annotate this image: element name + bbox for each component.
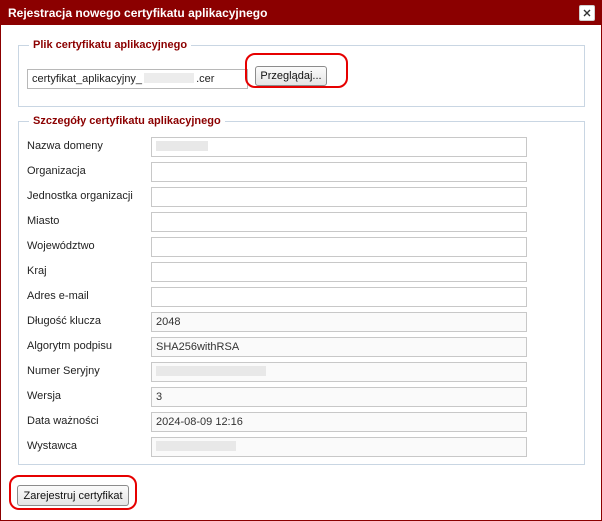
detail-value: 3 [156, 391, 163, 403]
detail-row: Długość klucza 2048 [27, 312, 575, 332]
detail-row: Nazwa domeny [27, 137, 575, 157]
detail-row: Algorytm podpisu SHA256withRSA [27, 337, 575, 357]
detail-value: 2024-08-09 12:16 [156, 416, 243, 428]
dialog-titlebar: Rejestracja nowego certyfikatu aplikacyj… [1, 1, 601, 25]
close-icon [583, 9, 591, 17]
certificate-file-field[interactable]: certyfikat_aplikacyjny_ .cer [27, 69, 248, 89]
detail-field: SHA256withRSA [151, 337, 527, 357]
detail-label: Numer Seryjny [27, 365, 100, 377]
certificate-file-legend: Plik certyfikatu aplikacyjnego [33, 39, 188, 51]
detail-label: Województwo [27, 240, 95, 252]
detail-row: Jednostka organizacji [27, 187, 575, 207]
detail-row: Wystawca [27, 437, 575, 457]
detail-label: Organizacja [27, 165, 86, 177]
detail-field: 2024-08-09 12:16 [151, 412, 527, 432]
file-name-redacted [144, 73, 195, 83]
detail-row: Miasto [27, 212, 575, 232]
detail-label: Kraj [27, 265, 47, 277]
detail-field[interactable] [151, 262, 527, 282]
detail-label: Wersja [27, 390, 62, 402]
file-name-suffix: .cer [196, 73, 215, 85]
redacted-value [156, 366, 266, 376]
certificate-details-section: Szczegóły certyfikatu aplikacyjnego Nazw… [18, 115, 585, 465]
redacted-value [156, 141, 208, 151]
detail-field [151, 437, 527, 457]
detail-value: SHA256withRSA [156, 341, 240, 353]
detail-label: Data ważności [27, 415, 99, 427]
detail-field[interactable] [151, 237, 527, 257]
detail-row: Adres e-mail [27, 287, 575, 307]
browse-button[interactable]: Przeglądaj... [255, 66, 327, 86]
detail-label: Algorytm podpisu [27, 340, 112, 352]
register-certificate-button[interactable]: Zarejestruj certyfikat [17, 485, 129, 506]
certificate-details-legend: Szczegóły certyfikatu aplikacyjnego [33, 115, 221, 127]
detail-label: Wystawca [27, 440, 78, 452]
file-name-prefix: certyfikat_aplikacyjny_ [32, 73, 143, 85]
detail-field[interactable] [151, 212, 527, 232]
detail-row: Województwo [27, 237, 575, 257]
detail-label: Jednostka organizacji [27, 190, 133, 202]
dialog-title: Rejestracja nowego certyfikatu aplikacyj… [8, 6, 268, 20]
redacted-value [156, 441, 236, 451]
detail-row: Kraj [27, 262, 575, 282]
detail-field [151, 362, 527, 382]
detail-field[interactable] [151, 187, 527, 207]
detail-field: 3 [151, 387, 527, 407]
detail-label: Nazwa domeny [27, 140, 103, 152]
detail-label: Adres e-mail [27, 290, 89, 302]
detail-field[interactable] [151, 162, 527, 182]
certificate-file-section: Plik certyfikatu aplikacyjnego certyfika… [18, 39, 585, 107]
detail-label: Miasto [27, 215, 60, 227]
detail-field: 2048 [151, 312, 527, 332]
detail-row: Organizacja [27, 162, 575, 182]
detail-row: Wersja 3 [27, 387, 575, 407]
register-certificate-dialog: Rejestracja nowego certyfikatu aplikacyj… [0, 0, 602, 521]
detail-field[interactable] [151, 137, 527, 157]
detail-field[interactable] [151, 287, 527, 307]
detail-label: Długość klucza [27, 315, 101, 327]
detail-row: Numer Seryjny [27, 362, 575, 382]
detail-row: Data ważności 2024-08-09 12:16 [27, 412, 575, 432]
detail-value: 2048 [156, 316, 181, 328]
close-button[interactable] [579, 5, 595, 21]
